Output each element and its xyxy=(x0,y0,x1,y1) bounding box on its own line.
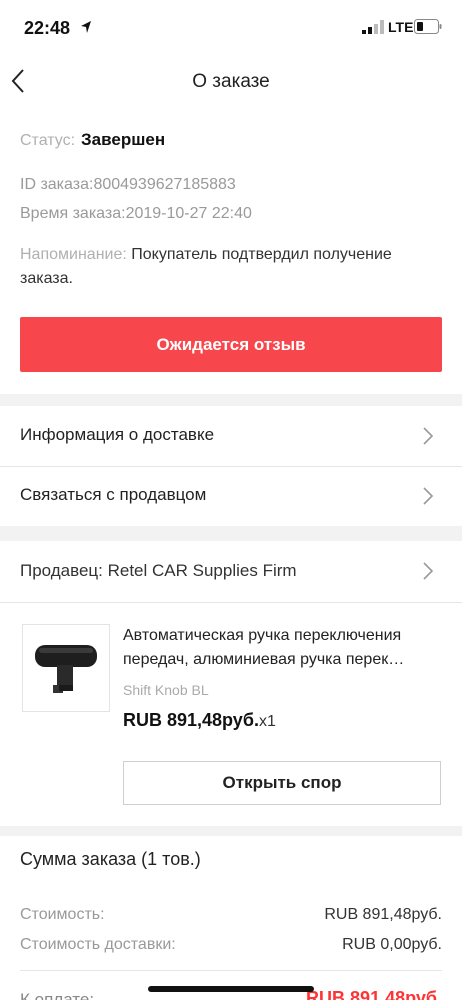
status-value: Завершен xyxy=(81,130,166,149)
delivery-info-label: Информация о доставке xyxy=(20,425,215,444)
location-arrow-icon xyxy=(81,21,91,33)
open-dispute-button[interactable]: Открыть спор xyxy=(123,761,441,805)
seller-name: Продавец: Retel CAR Supplies Firm xyxy=(20,561,297,580)
shift-knob-icon xyxy=(35,645,97,693)
chevron-right-icon xyxy=(423,427,434,445)
product-price: RUB 891,48руб.x1 xyxy=(123,710,276,731)
signal-icon xyxy=(362,20,384,34)
order-time: Время заказа:2019-10-27 22:40 xyxy=(20,205,252,223)
order-id: ID заказа:8004939627185883 xyxy=(20,176,236,194)
awaiting-review-button[interactable]: Ожидается отзыв xyxy=(20,317,442,372)
order-info-section: Статус: Завершен ID заказа:80049396271858… xyxy=(0,110,462,394)
total-label: К оплате: xyxy=(20,990,95,1000)
product-quantity: x1 xyxy=(258,713,276,730)
total-value: RUB 891,48руб. xyxy=(306,988,442,1000)
cost-label: Стоимость: xyxy=(20,906,105,923)
order-links: Информация о доставке Связаться с продав… xyxy=(0,406,462,526)
order-time-value: 2019-10-27 22:40 xyxy=(125,205,252,222)
chevron-right-icon xyxy=(423,487,434,505)
order-summary: Сумма заказа (1 тов.) Стоимость: RUB 891… xyxy=(0,836,462,1000)
delivery-info-row[interactable]: Информация о доставке xyxy=(0,406,462,466)
network-type: LTE xyxy=(388,19,414,35)
seller-card: Продавец: Retel CAR Supplies Firm Автома… xyxy=(0,541,462,826)
battery-icon xyxy=(414,19,442,34)
seller-row[interactable]: Продавец: Retel CAR Supplies Firm xyxy=(0,541,462,601)
order-reminder: Напоминание: Покупатель подтвердил получ… xyxy=(20,243,440,291)
order-id-label: ID заказа: xyxy=(20,176,94,193)
shipping-label: Стоимость доставки: xyxy=(20,936,176,953)
order-id-value: 8004939627185883 xyxy=(93,176,236,193)
product-title[interactable]: Автоматическая ручка переключения переда… xyxy=(123,624,445,672)
product-image[interactable] xyxy=(22,624,110,712)
contact-seller-label: Связаться с продавцом xyxy=(20,485,207,504)
order-time-label: Время заказа: xyxy=(20,205,126,222)
status-time: 22:48 xyxy=(24,18,71,38)
cost-value: RUB 891,48руб. xyxy=(324,906,442,923)
status-label: Статус: xyxy=(20,132,76,149)
order-status: Статус: Завершен xyxy=(20,130,165,150)
summary-title: Сумма заказа (1 тов.) xyxy=(20,849,201,869)
header: О заказе xyxy=(0,56,462,110)
reminder-label: Напоминание: xyxy=(20,246,127,263)
chevron-right-icon xyxy=(423,562,434,580)
divider xyxy=(0,602,462,603)
contact-seller-row[interactable]: Связаться с продавцом xyxy=(0,466,462,526)
shipping-value: RUB 0,00руб. xyxy=(342,936,442,953)
product-variant: Shift Knob BL xyxy=(123,682,209,698)
page-title: О заказе xyxy=(192,71,270,92)
status-bar: 22:48 LTE xyxy=(0,0,462,56)
divider xyxy=(20,970,442,971)
price-value: RUB 891,48руб. xyxy=(123,710,259,730)
home-indicator[interactable] xyxy=(148,986,314,992)
